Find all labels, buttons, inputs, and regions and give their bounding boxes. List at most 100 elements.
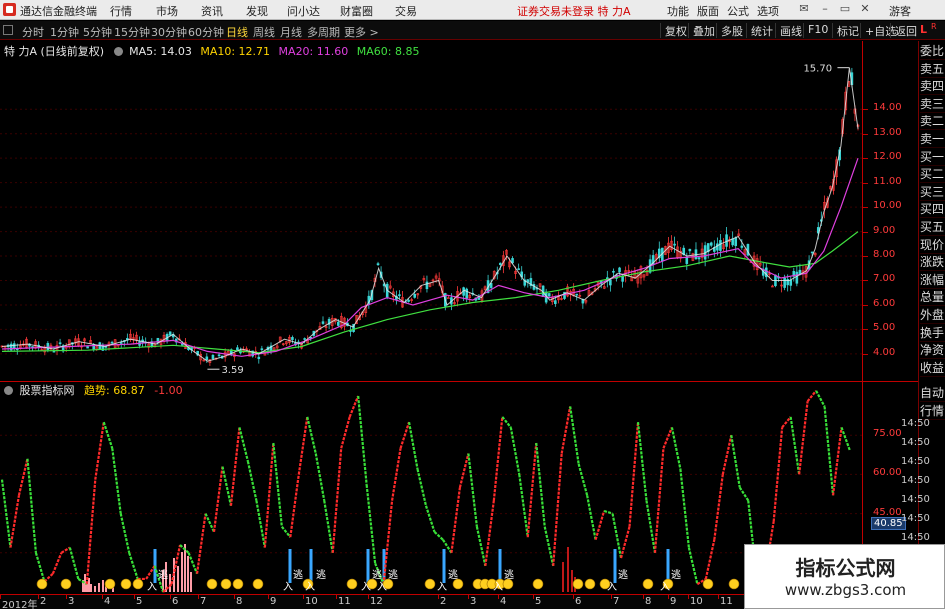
side-item[interactable]: 现价	[920, 237, 945, 254]
trade-login-status[interactable]: 证券交易未登录 特 力A	[517, 3, 631, 19]
date-label: 10	[690, 596, 703, 607]
guest-account[interactable]: 游客	[889, 3, 911, 19]
indicator-chart[interactable]: 入入入入入入入入入逃逃逃逃逃逃逃逃逃	[0, 382, 862, 594]
sell-marker: 逃	[372, 568, 382, 581]
menu-gongshi[interactable]: 公式	[727, 3, 749, 19]
signal-bar	[613, 549, 617, 583]
fuquan-button[interactable]: 复权	[660, 23, 691, 38]
side-item[interactable]: 买四	[920, 201, 945, 219]
candle-body	[413, 293, 417, 298]
side-item[interactable]: 买一	[920, 149, 945, 166]
trend-segment-up	[17, 458, 29, 496]
overlay-button[interactable]: 叠加	[688, 23, 719, 38]
price-chart[interactable]: 15.70 3.59	[0, 41, 862, 382]
period-30min[interactable]: 30分钟	[151, 24, 187, 40]
period-daily[interactable]: 日线	[226, 24, 248, 40]
signal-dot	[220, 578, 232, 590]
signal-dot	[584, 578, 596, 590]
price-axis-tick	[863, 329, 868, 331]
side-item[interactable]: 总量	[920, 289, 945, 307]
side-item[interactable]: 卖二	[920, 113, 945, 131]
menu-jiaoyi[interactable]: 交易	[395, 3, 417, 19]
candle-body	[336, 321, 340, 326]
trend-segment-down	[357, 395, 368, 485]
date-label: 9	[670, 596, 677, 607]
indicator-toggle-icon[interactable]	[4, 386, 13, 395]
candle-body	[554, 300, 557, 304]
side-item[interactable]: 卖三	[920, 96, 945, 113]
date-tick	[102, 595, 103, 599]
side-item[interactable]: 外盘	[920, 307, 945, 324]
trend-segment-down	[535, 442, 546, 527]
multi-stock-button[interactable]: 多股	[716, 23, 747, 38]
restore-icon[interactable]: ▭	[838, 2, 852, 16]
menu-banmian[interactable]: 版面	[697, 3, 719, 19]
period-weekly[interactable]: 周线	[253, 24, 275, 40]
sell-marker: 逃	[671, 568, 681, 581]
side-item[interactable]: 换手	[920, 325, 945, 342]
side-item[interactable]: 卖四	[920, 78, 945, 96]
side-item[interactable]: 净资	[920, 342, 945, 360]
time-label: 14:50	[901, 513, 930, 524]
minimize-icon[interactable]: –	[818, 2, 832, 16]
back-button[interactable]: 返回	[890, 23, 921, 38]
trend-segment-up	[831, 427, 843, 496]
menu-wenxiaoda[interactable]: 问小达	[287, 3, 320, 19]
period-monthly[interactable]: 月线	[280, 24, 302, 40]
mark-button[interactable]: 标记	[832, 23, 863, 38]
price-tick-label: 12.00	[873, 151, 902, 163]
date-label: 10	[305, 596, 318, 607]
date-label: 7	[613, 596, 620, 607]
period-multi[interactable]: 多周期	[307, 24, 340, 40]
menu-hangqing[interactable]: 行情	[110, 3, 132, 19]
menu-zixun[interactable]: 资讯	[201, 3, 223, 19]
date-label: 5	[136, 596, 143, 607]
side-item[interactable]: 买三	[920, 184, 945, 201]
trend-segment-up	[9, 495, 21, 548]
period-1min[interactable]: 1分钟	[50, 24, 79, 40]
f10-button[interactable]: F10	[803, 23, 832, 38]
period-15min[interactable]: 15分钟	[114, 24, 150, 40]
date-tick	[268, 595, 269, 599]
ma5-label: MA5: 14.03	[129, 45, 192, 58]
side-item[interactable]: 委比	[920, 43, 945, 60]
trend-segment-up	[484, 500, 495, 567]
side-item-auto[interactable]: 自动	[920, 385, 945, 402]
period-more[interactable]: 更多 >	[344, 24, 379, 40]
trend-segment-down	[306, 416, 317, 454]
draw-line-button[interactable]: 画线	[775, 23, 806, 38]
side-item[interactable]: 买五	[920, 219, 945, 236]
time-label: 14:50	[901, 532, 930, 543]
candle-body	[119, 342, 123, 344]
message-icon[interactable]: ✉	[797, 2, 811, 16]
statistics-button[interactable]: 统计	[746, 23, 777, 38]
side-item[interactable]: 卖一	[920, 131, 945, 148]
menu-caifuquan[interactable]: 财富圈	[340, 3, 373, 19]
close-icon[interactable]: ✕	[858, 2, 872, 16]
date-tick	[368, 595, 369, 599]
trend-segment-down	[840, 426, 852, 452]
period-fenshi[interactable]: 分时	[22, 24, 44, 40]
period-5min[interactable]: 5分钟	[83, 24, 112, 40]
ma-toggle-icon[interactable]	[113, 47, 123, 56]
menu-faxian[interactable]: 发现	[246, 3, 268, 19]
side-item[interactable]: 卖五	[920, 61, 945, 78]
side-item[interactable]: 涨幅	[920, 272, 945, 289]
menu-gongneng[interactable]: 功能	[667, 3, 689, 19]
date-tick	[688, 595, 689, 599]
side-item[interactable]: 买二	[920, 166, 945, 184]
candle-body	[716, 243, 719, 251]
menu-shichang[interactable]: 市场	[156, 3, 178, 19]
sell-marker: 逃	[388, 568, 398, 581]
date-tick	[468, 595, 469, 599]
trend-segment-up	[450, 487, 462, 553]
candle-body	[477, 297, 481, 300]
side-item[interactable]: 收益	[920, 360, 945, 377]
period-60min[interactable]: 60分钟	[188, 24, 224, 40]
trend-segment-down	[407, 421, 419, 470]
menu-xuanxiang[interactable]: 选项	[757, 3, 779, 19]
signal-bar	[366, 549, 370, 583]
trend-segment-up	[340, 416, 351, 449]
side-item[interactable]: 涨跌	[920, 254, 945, 272]
toolbar-toggle-checkbox[interactable]	[3, 25, 13, 35]
